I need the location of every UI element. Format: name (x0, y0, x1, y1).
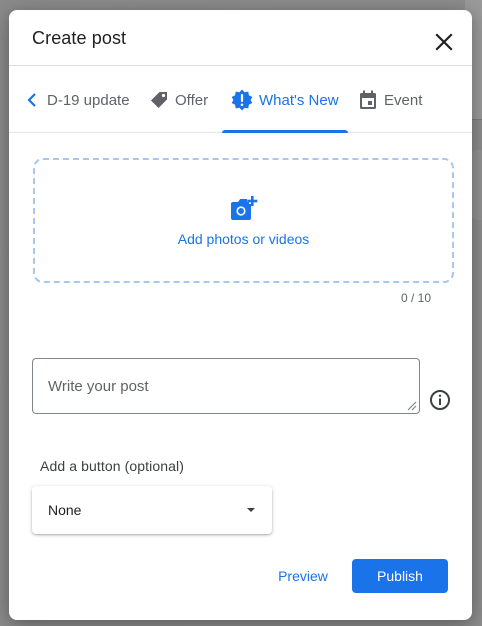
add-media-dropzone[interactable]: Add photos or videos (33, 158, 454, 283)
tab-offer[interactable]: Offer (149, 67, 208, 133)
tab-covid-update-label: D-19 update (47, 91, 130, 109)
close-icon (435, 33, 453, 51)
dialog-title: Create post (32, 28, 127, 48)
resize-handle-icon[interactable] (405, 399, 417, 411)
active-tab-indicator (222, 130, 348, 133)
action-button-select[interactable]: None (32, 486, 272, 534)
preview-button[interactable]: Preview (267, 559, 339, 593)
tab-whats-new-label: What's New (259, 91, 339, 109)
post-text-input[interactable] (33, 359, 419, 413)
add-button-label: Add a button (optional) (40, 458, 184, 474)
action-button-selected-value: None (48, 502, 82, 518)
info-icon (430, 390, 450, 410)
tab-covid-update-clip: D-19 update (47, 67, 143, 133)
post-info-button[interactable] (428, 388, 452, 412)
post-text-box (32, 358, 420, 414)
publish-button[interactable]: Publish (352, 559, 448, 593)
create-post-dialog: Create post D-19 update Offer What's New… (9, 10, 472, 620)
add-photo-icon (230, 195, 257, 220)
close-button[interactable] (428, 26, 460, 58)
tab-whats-new[interactable]: What's New (231, 67, 339, 133)
post-type-tabs: D-19 update Offer What's New Event (9, 67, 472, 133)
add-media-label: Add photos or videos (177, 230, 310, 247)
tab-event[interactable]: Event (358, 67, 422, 133)
tabs-scroll-left-button[interactable] (21, 89, 43, 111)
chevron-left-icon (27, 93, 36, 107)
tab-offer-label: Offer (175, 91, 209, 109)
new-badge-icon (231, 89, 253, 111)
dropdown-arrow-icon (247, 508, 255, 512)
tag-icon (151, 92, 167, 108)
tab-event-label: Event (384, 91, 423, 109)
dialog-header: Create post (9, 10, 472, 66)
calendar-icon (360, 90, 376, 109)
media-count: 0 / 10 (401, 291, 432, 305)
tab-covid-update[interactable]: D-19 update (47, 67, 130, 133)
